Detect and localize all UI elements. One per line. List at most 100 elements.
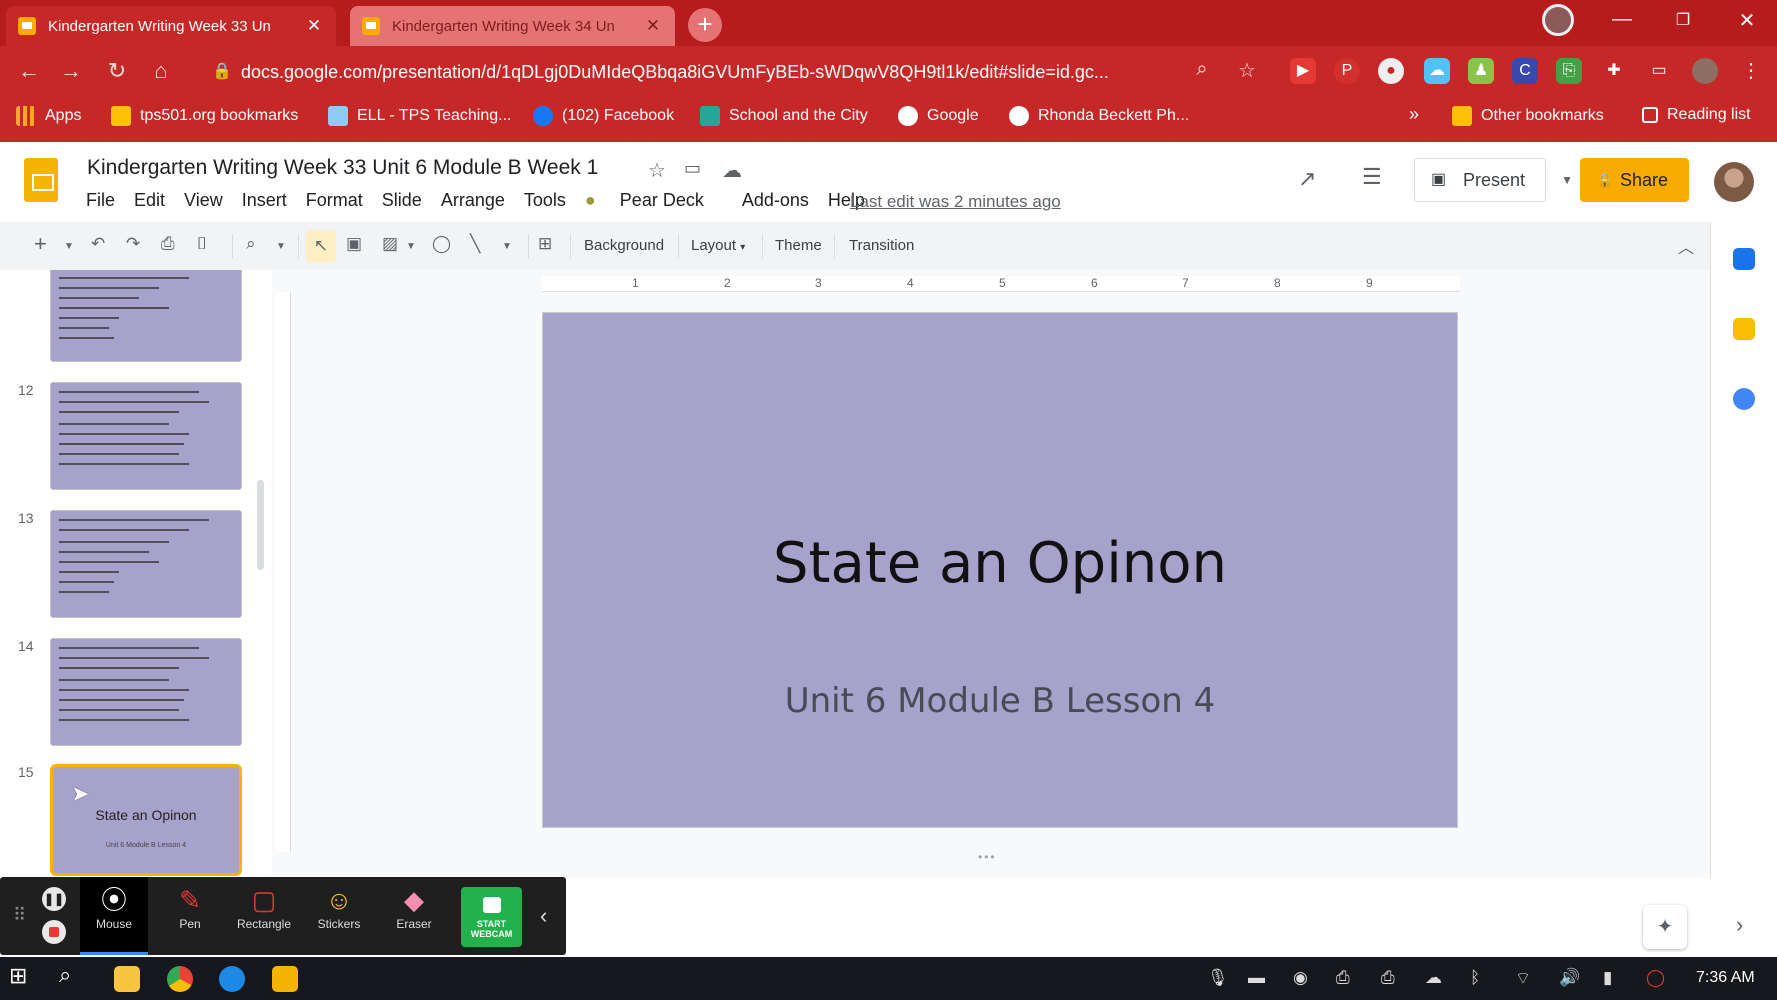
- extension-icon[interactable]: ⎘: [1556, 58, 1582, 84]
- drag-handle-icon[interactable]: ⠿: [13, 905, 26, 926]
- collapse-chevron-icon[interactable]: ‹: [540, 903, 547, 929]
- chevron-down-icon[interactable]: ▼: [64, 241, 74, 252]
- shape-icon[interactable]: ◯: [432, 234, 451, 254]
- mouse-tool[interactable]: ⦿ Mouse: [80, 877, 148, 955]
- calendar-icon[interactable]: [1733, 248, 1755, 270]
- stickers-tool[interactable]: ☺ Stickers: [305, 877, 373, 955]
- chevron-down-icon[interactable]: ▼: [1561, 159, 1573, 201]
- activity-trend-icon[interactable]: ↗: [1298, 166, 1316, 192]
- menu-file[interactable]: File: [86, 190, 115, 211]
- bookmark-folder[interactable]: tps501.org bookmarks: [111, 106, 298, 126]
- chrome-menu-icon[interactable]: ⋮: [1738, 58, 1764, 84]
- profile-avatar-icon[interactable]: [1692, 58, 1718, 84]
- new-tab-button[interactable]: +: [688, 8, 722, 42]
- bookmark-apps[interactable]: Apps: [16, 106, 81, 126]
- background-button[interactable]: Background: [584, 237, 664, 254]
- recording-tray-icon[interactable]: ◯: [1646, 968, 1665, 988]
- file-explorer-icon[interactable]: [114, 966, 140, 992]
- slides-taskbar-icon[interactable]: [272, 966, 298, 992]
- printer-icon[interactable]: ⎙: [1336, 968, 1350, 988]
- bookmark-link[interactable]: ELL - TPS Teaching...: [328, 106, 511, 126]
- pause-recording-icon[interactable]: ❚❚: [42, 887, 66, 911]
- system-clock[interactable]: 7:36 AM: [1696, 969, 1755, 987]
- text-box-icon[interactable]: ▣: [346, 234, 362, 254]
- slide-thumbnail[interactable]: [50, 638, 242, 746]
- slides-logo-icon[interactable]: [24, 158, 58, 202]
- horizontal-ruler[interactable]: 1 2 3 4 5 6 7 8 9: [542, 276, 1460, 292]
- menu-tools[interactable]: Tools: [524, 190, 566, 211]
- collapse-menus-icon[interactable]: ︿: [1678, 234, 1694, 258]
- notes-resize-handle[interactable]: •••: [978, 850, 997, 864]
- tray-app-icon[interactable]: ▬: [1248, 968, 1265, 988]
- minimize-icon[interactable]: —: [1602, 8, 1642, 31]
- share-button[interactable]: 🔒 Share: [1580, 158, 1689, 202]
- layout-button[interactable]: Layout ▾: [691, 237, 745, 254]
- search-icon[interactable]: ⌕: [59, 962, 85, 988]
- chevron-down-icon[interactable]: ▼: [276, 241, 286, 252]
- browser-tab-inactive[interactable]: Kindergarten Writing Week 34 Un ✕: [350, 6, 675, 46]
- chevron-down-icon[interactable]: ▼: [406, 241, 416, 252]
- zoom-icon[interactable]: ⌕: [1187, 58, 1217, 81]
- bookmark-star-icon[interactable]: ☆: [1232, 58, 1262, 83]
- url-field[interactable]: 🔒 docs.google.com/presentation/d/1qDLgj0…: [196, 53, 1216, 91]
- keep-icon[interactable]: [1733, 318, 1755, 340]
- start-webcam-button[interactable]: START WEBCAM: [461, 887, 522, 947]
- menu-insert[interactable]: Insert: [242, 190, 287, 211]
- document-title[interactable]: Kindergarten Writing Week 33 Unit 6 Modu…: [87, 156, 598, 180]
- stop-recording-icon[interactable]: [42, 920, 66, 944]
- transition-button[interactable]: Transition: [849, 237, 914, 254]
- extension-icon[interactable]: ▶: [1290, 58, 1316, 84]
- slide-thumbnail[interactable]: [50, 270, 242, 362]
- redo-icon[interactable]: ↷: [126, 234, 140, 254]
- select-cursor-icon[interactable]: ↖: [306, 230, 336, 262]
- last-edit-link[interactable]: Last edit was 2 minutes ago: [850, 192, 1061, 212]
- wifi-icon[interactable]: ⌔: [1515, 968, 1531, 989]
- zoom-icon[interactable]: ⌕: [246, 234, 256, 254]
- rectangle-tool[interactable]: ▢ Rectangle: [230, 877, 298, 955]
- paint-format-icon[interactable]: ⌷: [197, 234, 207, 254]
- windows-start-icon[interactable]: ⊞: [9, 963, 35, 989]
- back-icon[interactable]: ←: [14, 58, 44, 84]
- more-bookmarks-icon[interactable]: »: [1409, 104, 1419, 125]
- eraser-tool[interactable]: ◆ Eraser: [380, 877, 448, 955]
- chevron-right-icon[interactable]: ›: [1736, 912, 1743, 938]
- menu-add-ons[interactable]: Add-ons: [742, 190, 809, 211]
- bluetooth-icon[interactable]: ᛒ: [1470, 968, 1480, 988]
- new-slide-icon[interactable]: +: [34, 231, 47, 257]
- comments-icon[interactable]: ☰: [1362, 164, 1382, 190]
- move-folder-icon[interactable]: ▭: [684, 158, 701, 179]
- microphone-icon[interactable]: 🎙: [1207, 968, 1229, 988]
- present-button[interactable]: ▣ Present ▼: [1414, 158, 1573, 202]
- menu-slide[interactable]: Slide: [382, 190, 422, 211]
- close-window-icon[interactable]: ✕: [1727, 8, 1767, 33]
- slide-subtitle[interactable]: Unit 6 Module B Lesson 4: [543, 681, 1457, 721]
- image-icon[interactable]: ▨: [382, 234, 398, 254]
- undo-icon[interactable]: ↶: [91, 234, 105, 254]
- slide-thumbnail[interactable]: [50, 382, 242, 490]
- home-icon[interactable]: ⌂: [146, 58, 176, 84]
- tasks-icon[interactable]: [1733, 388, 1755, 410]
- menu-pear-deck[interactable]: ● Pear Deck: [585, 190, 723, 211]
- extensions-puzzle-icon[interactable]: ✚: [1601, 58, 1627, 84]
- printer-icon[interactable]: ⎙: [1381, 968, 1395, 988]
- print-icon[interactable]: ⎙: [161, 234, 175, 254]
- menu-edit[interactable]: Edit: [134, 190, 165, 211]
- menu-format[interactable]: Format: [306, 190, 363, 211]
- vertical-ruler[interactable]: [275, 292, 291, 852]
- filmstrip-scrollbar[interactable]: [257, 480, 264, 570]
- slide-thumbnail-current[interactable]: State an Opinon Unit 6 Module B Lesson 4…: [50, 764, 242, 876]
- theme-button[interactable]: Theme: [775, 237, 822, 254]
- reading-list[interactable]: Reading list: [1642, 106, 1751, 124]
- close-tab-icon[interactable]: ✕: [304, 16, 324, 36]
- explore-icon[interactable]: ✦: [1643, 905, 1687, 949]
- cloud-extension-icon[interactable]: ☁: [1424, 58, 1450, 84]
- close-tab-icon[interactable]: ✕: [643, 16, 663, 36]
- chrome-taskbar-icon[interactable]: [167, 966, 193, 992]
- slide-thumbnail[interactable]: [50, 510, 242, 618]
- bookmark-link[interactable]: Google: [898, 106, 979, 126]
- restore-icon[interactable]: ❐: [1663, 10, 1703, 30]
- cast-icon[interactable]: ▭: [1646, 58, 1672, 84]
- add-comment-icon[interactable]: ⊞: [538, 234, 552, 254]
- extension-icon[interactable]: C: [1512, 58, 1538, 84]
- reload-icon[interactable]: ↻: [102, 58, 132, 84]
